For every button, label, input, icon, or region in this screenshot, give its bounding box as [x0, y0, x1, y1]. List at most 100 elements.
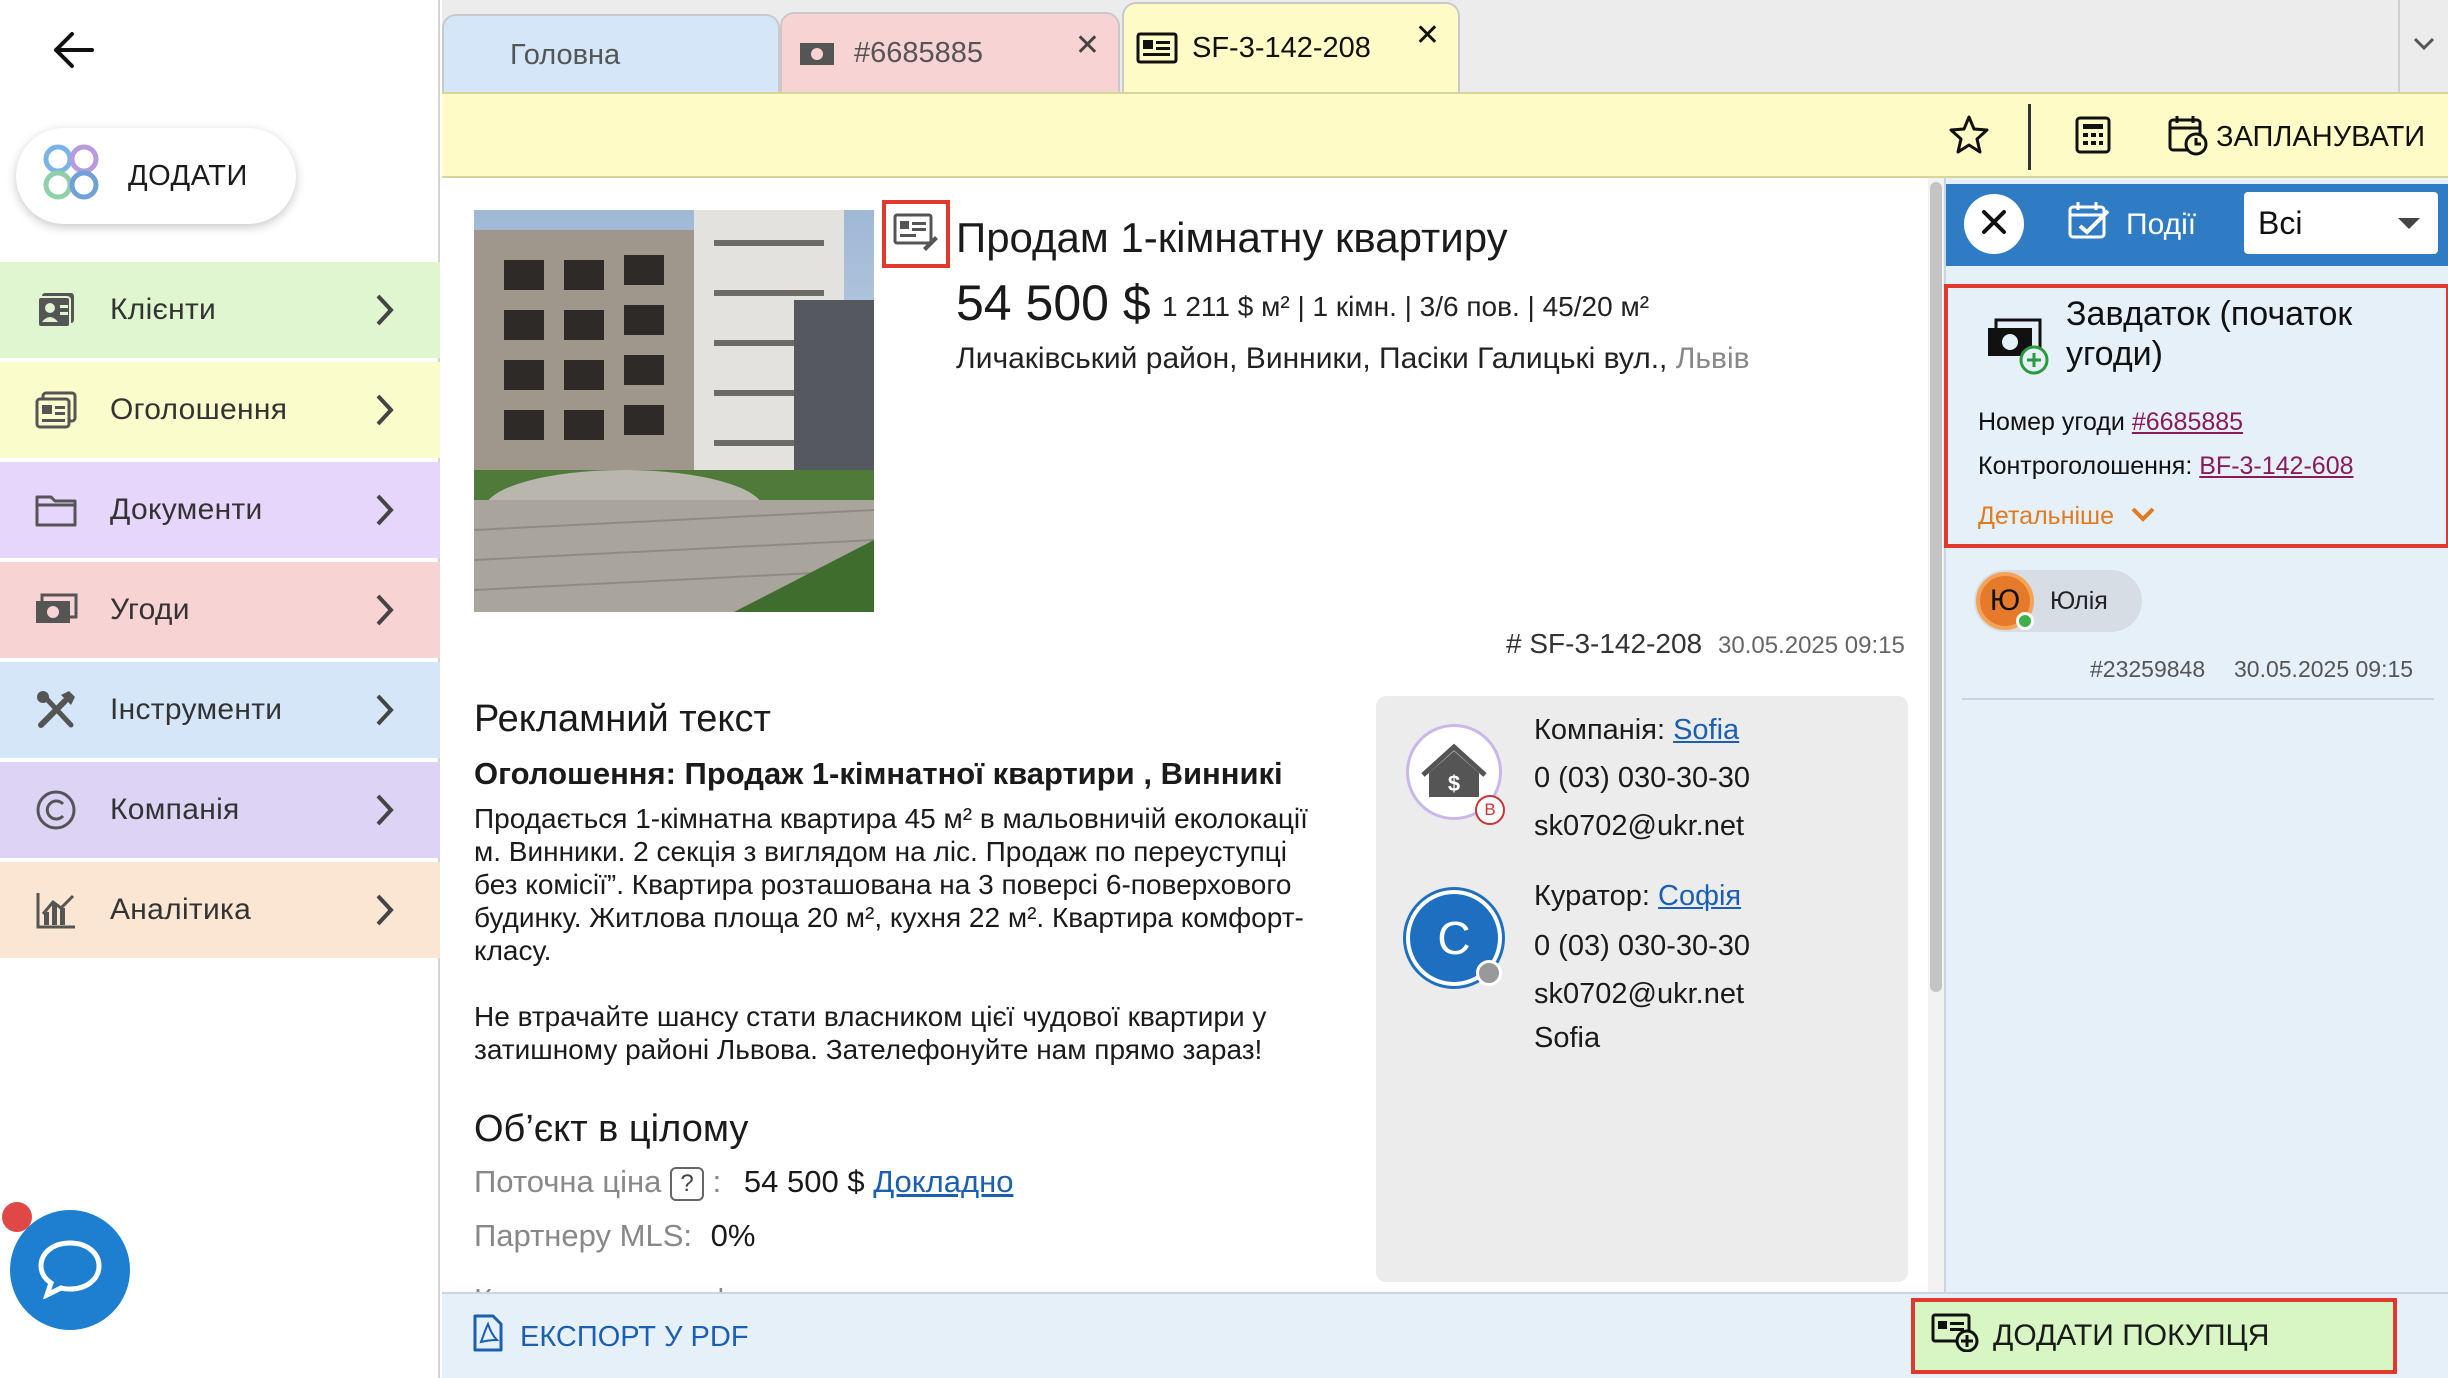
- tab-label: SF-3-142-208: [1192, 31, 1371, 64]
- company-line: Компанія: Sofia: [1534, 714, 1739, 747]
- chevron-right-icon: [374, 592, 396, 636]
- contact-card: $ B Компанія: Sofia 0 (03) 030-30-30 sk0…: [1376, 696, 1908, 1282]
- event-author-chip[interactable]: Ю Юлія: [1974, 570, 2142, 632]
- listing-date: 30.05.2025 09:15: [1718, 632, 1905, 659]
- sidebar-item-tools[interactable]: Інструменти: [0, 662, 440, 758]
- deal-number-link[interactable]: #6685885: [2132, 408, 2243, 436]
- mls-value: 0%: [710, 1218, 756, 1253]
- notification-dot: [2, 1202, 32, 1232]
- sidebar-item-listings[interactable]: Оголошення: [0, 362, 440, 458]
- listing-photo[interactable]: [474, 210, 874, 612]
- deal-more-label: Детальніше: [1978, 502, 2115, 530]
- events-filter-select[interactable]: Всі: [2244, 192, 2438, 254]
- tab-label: Головна: [510, 38, 621, 71]
- company-phone[interactable]: 0 (03) 030-30-30: [1534, 762, 1750, 795]
- deal-event-title: Завдаток (початок угоди): [2066, 295, 2353, 373]
- company-link[interactable]: Sofia: [1673, 714, 1739, 746]
- tab-home[interactable]: Головна: [442, 14, 780, 94]
- add-button-label: ДОДАТИ: [128, 159, 248, 192]
- calendar-clock-icon: [2168, 114, 2208, 161]
- listing-type-button[interactable]: [882, 200, 950, 268]
- sidebar-item-clients[interactable]: Клієнти: [0, 262, 440, 358]
- event-id: #23259848: [2090, 656, 2206, 682]
- company-email[interactable]: sk0702@ukr.net: [1534, 810, 1744, 843]
- chevron-right-icon: [374, 792, 396, 836]
- listing-price: 54 500 $: [956, 275, 1151, 331]
- favorite-button[interactable]: [1942, 110, 1996, 164]
- sidebar-item-company[interactable]: Компанія: [0, 762, 440, 858]
- events-panel: Події Всі Завдаток (початок угоди) Номер…: [1944, 178, 2448, 1292]
- mls-label: Партнеру MLS:: [474, 1218, 692, 1253]
- curator-email[interactable]: sk0702@ukr.net: [1534, 978, 1744, 1011]
- back-arrow-icon[interactable]: [44, 22, 100, 78]
- tab-listing[interactable]: SF-3-142-208 ✕: [1122, 2, 1460, 92]
- current-price-label: Поточна ціна: [474, 1164, 662, 1199]
- curator-avatar[interactable]: С: [1406, 890, 1502, 986]
- sidebar-item-label: Інструменти: [110, 693, 283, 726]
- pdf-icon: [472, 1314, 504, 1360]
- add-button[interactable]: ДОДАТИ: [16, 128, 296, 224]
- calendar-check-icon: [2068, 199, 2114, 251]
- add-buyer-label: ДОДАТИ ПОКУПЦЯ: [1993, 1319, 2270, 1352]
- main-scrollbar-thumb[interactable]: [1930, 182, 1942, 992]
- current-price-row: Поточна ціна ? : 54 500 $ Докладно: [474, 1164, 1013, 1201]
- events-tab[interactable]: Події: [2068, 198, 2196, 252]
- money-icon: [34, 588, 78, 632]
- sidebar-item-label: Угоди: [110, 593, 190, 626]
- analytics-icon: [34, 888, 78, 932]
- ad-text-heading: Рекламний текст: [474, 698, 771, 740]
- export-pdf-button[interactable]: ЕКСПОРТ У PDF: [472, 1314, 749, 1360]
- control-listing-label: Контроголошення:: [1978, 452, 2193, 480]
- sidebar-item-deals[interactable]: Угоди: [0, 562, 440, 658]
- deal-more-toggle[interactable]: Детальніше: [1978, 502, 2156, 531]
- schedule-button[interactable]: ЗАПЛАНУВАТИ: [2168, 110, 2425, 164]
- deal-event-card[interactable]: Завдаток (початок угоди) Номер угоди #66…: [1944, 284, 2448, 548]
- close-icon[interactable]: ✕: [1075, 28, 1100, 63]
- event-date: 30.05.2025 09:15: [2234, 656, 2414, 682]
- export-pdf-label: ЕКСПОРТ У PDF: [520, 1320, 749, 1353]
- curator-phone[interactable]: 0 (03) 030-30-30: [1534, 930, 1750, 963]
- tab-deal[interactable]: #6685885 ✕: [780, 12, 1120, 92]
- sidebar-item-label: Документи: [110, 493, 263, 526]
- online-status-dot: [2016, 612, 2034, 630]
- curator-link[interactable]: Софія: [1658, 880, 1741, 912]
- schedule-label: ЗАПЛАНУВАТИ: [2216, 120, 2426, 153]
- dropdown-arrow-icon: [2398, 218, 2420, 229]
- tabs-overflow-button[interactable]: [2398, 0, 2448, 92]
- listing-code: # SF-3-142-208: [1506, 628, 1703, 659]
- ad-text-subheading: Оголошення: Продаж 1-кімнатної квартири …: [474, 756, 1283, 791]
- sidebar-item-label: Аналітика: [110, 893, 252, 926]
- listing-title: Продам 1-кімнатну квартиру: [956, 214, 1508, 261]
- money-add-icon: [1984, 314, 2054, 383]
- address-city: Львів: [1675, 342, 1750, 375]
- sidebar-item-documents[interactable]: Документи: [0, 462, 440, 558]
- calculator-icon: [2074, 115, 2112, 160]
- close-icon[interactable]: ✕: [1415, 18, 1440, 53]
- sidebar-item-analytics[interactable]: Аналітика: [0, 862, 440, 958]
- add-buyer-button[interactable]: ДОДАТИ ПОКУПЦЯ: [1911, 1298, 2397, 1374]
- chevron-right-icon: [374, 892, 396, 936]
- listing-details: Продам 1-кімнатну квартиру 54 500 $ 1 21…: [442, 178, 1928, 1292]
- close-panel-button[interactable]: [1964, 194, 2024, 254]
- calculator-button[interactable]: [2066, 110, 2120, 164]
- listing-icon: [34, 388, 78, 432]
- company-avatar[interactable]: $ B: [1406, 724, 1505, 825]
- copyright-icon: [34, 788, 78, 832]
- events-label: Події: [2126, 208, 2197, 241]
- svg-text:$: $: [1448, 771, 1460, 796]
- user-name: Юлія: [2050, 586, 2108, 615]
- control-listing-link[interactable]: BF-3-142-608: [2199, 452, 2353, 480]
- current-price-value: 54 500 $: [743, 1164, 865, 1199]
- chevron-right-icon: [374, 692, 396, 736]
- chevron-right-icon: [374, 392, 396, 436]
- events-panel-header: Події Всі: [1946, 184, 2448, 266]
- money-icon: [798, 39, 836, 67]
- ad-text-body: Продається 1-кімнатна квартира 45 м² в м…: [474, 803, 1308, 1065]
- deal-number-label: Номер угоди: [1978, 408, 2125, 436]
- curator-status-dot: [1476, 960, 1502, 986]
- chat-button[interactable]: [10, 1210, 130, 1330]
- help-icon[interactable]: ?: [670, 1166, 705, 1201]
- price-details-link[interactable]: Докладно: [873, 1164, 1013, 1199]
- chevron-down-icon: [2412, 36, 2436, 57]
- chevron-right-icon: [374, 292, 396, 336]
